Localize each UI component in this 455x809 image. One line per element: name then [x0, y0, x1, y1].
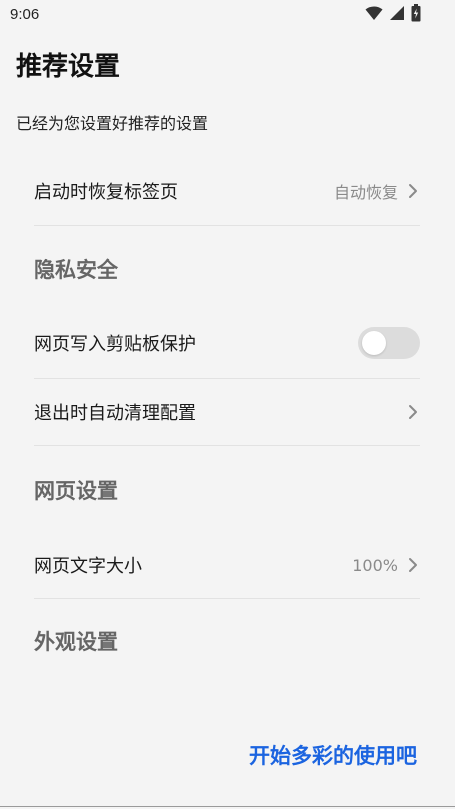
chevron-right-icon — [406, 403, 420, 421]
text-size-row[interactable]: 网页文字大小 100% — [34, 531, 420, 599]
restore-tabs-label: 启动时恢复标签页 — [34, 182, 178, 203]
divider — [34, 598, 420, 599]
section-header-privacy: 隐私安全 — [34, 258, 118, 282]
status-time: 9:06 — [10, 6, 40, 23]
page-subtitle: 已经为您设置好推荐的设置 — [16, 114, 209, 133]
chevron-right-icon — [406, 556, 420, 574]
status-bar: 9:06 — [0, 0, 455, 30]
status-icons — [365, 4, 421, 26]
restore-tabs-value: 自动恢复 — [333, 183, 398, 202]
start-using-button[interactable]: 开始多彩的使用吧 — [249, 740, 417, 770]
clipboard-protect-label: 网页写入剪贴板保护 — [34, 334, 196, 355]
text-size-right: 100% — [352, 556, 420, 575]
auto-clean-row[interactable]: 退出时自动清理配置 — [34, 379, 420, 445]
toggle-knob — [362, 331, 386, 355]
text-size-value: 100% — [352, 555, 398, 575]
auto-clean-label: 退出时自动清理配置 — [34, 403, 196, 424]
cellular-signal-icon — [389, 5, 405, 25]
bottom-divider — [0, 806, 455, 807]
chevron-right-icon — [406, 182, 420, 200]
text-size-label: 网页文字大小 — [34, 556, 142, 577]
wifi-icon — [365, 5, 383, 25]
divider — [34, 445, 420, 446]
page-title: 推荐设置 — [16, 52, 121, 82]
clipboard-protect-row[interactable]: 网页写入剪贴板保护 — [34, 309, 420, 377]
auto-clean-right — [406, 403, 420, 421]
clipboard-protect-toggle[interactable] — [358, 327, 420, 359]
restore-tabs-right: 自动恢复 — [334, 179, 420, 203]
restore-tabs-row[interactable]: 启动时恢复标签页 自动恢复 — [34, 155, 420, 227]
divider — [34, 225, 420, 226]
section-header-appearance: 外观设置 — [34, 630, 118, 654]
section-header-web: 网页设置 — [34, 479, 118, 503]
battery-charging-icon — [411, 4, 421, 26]
